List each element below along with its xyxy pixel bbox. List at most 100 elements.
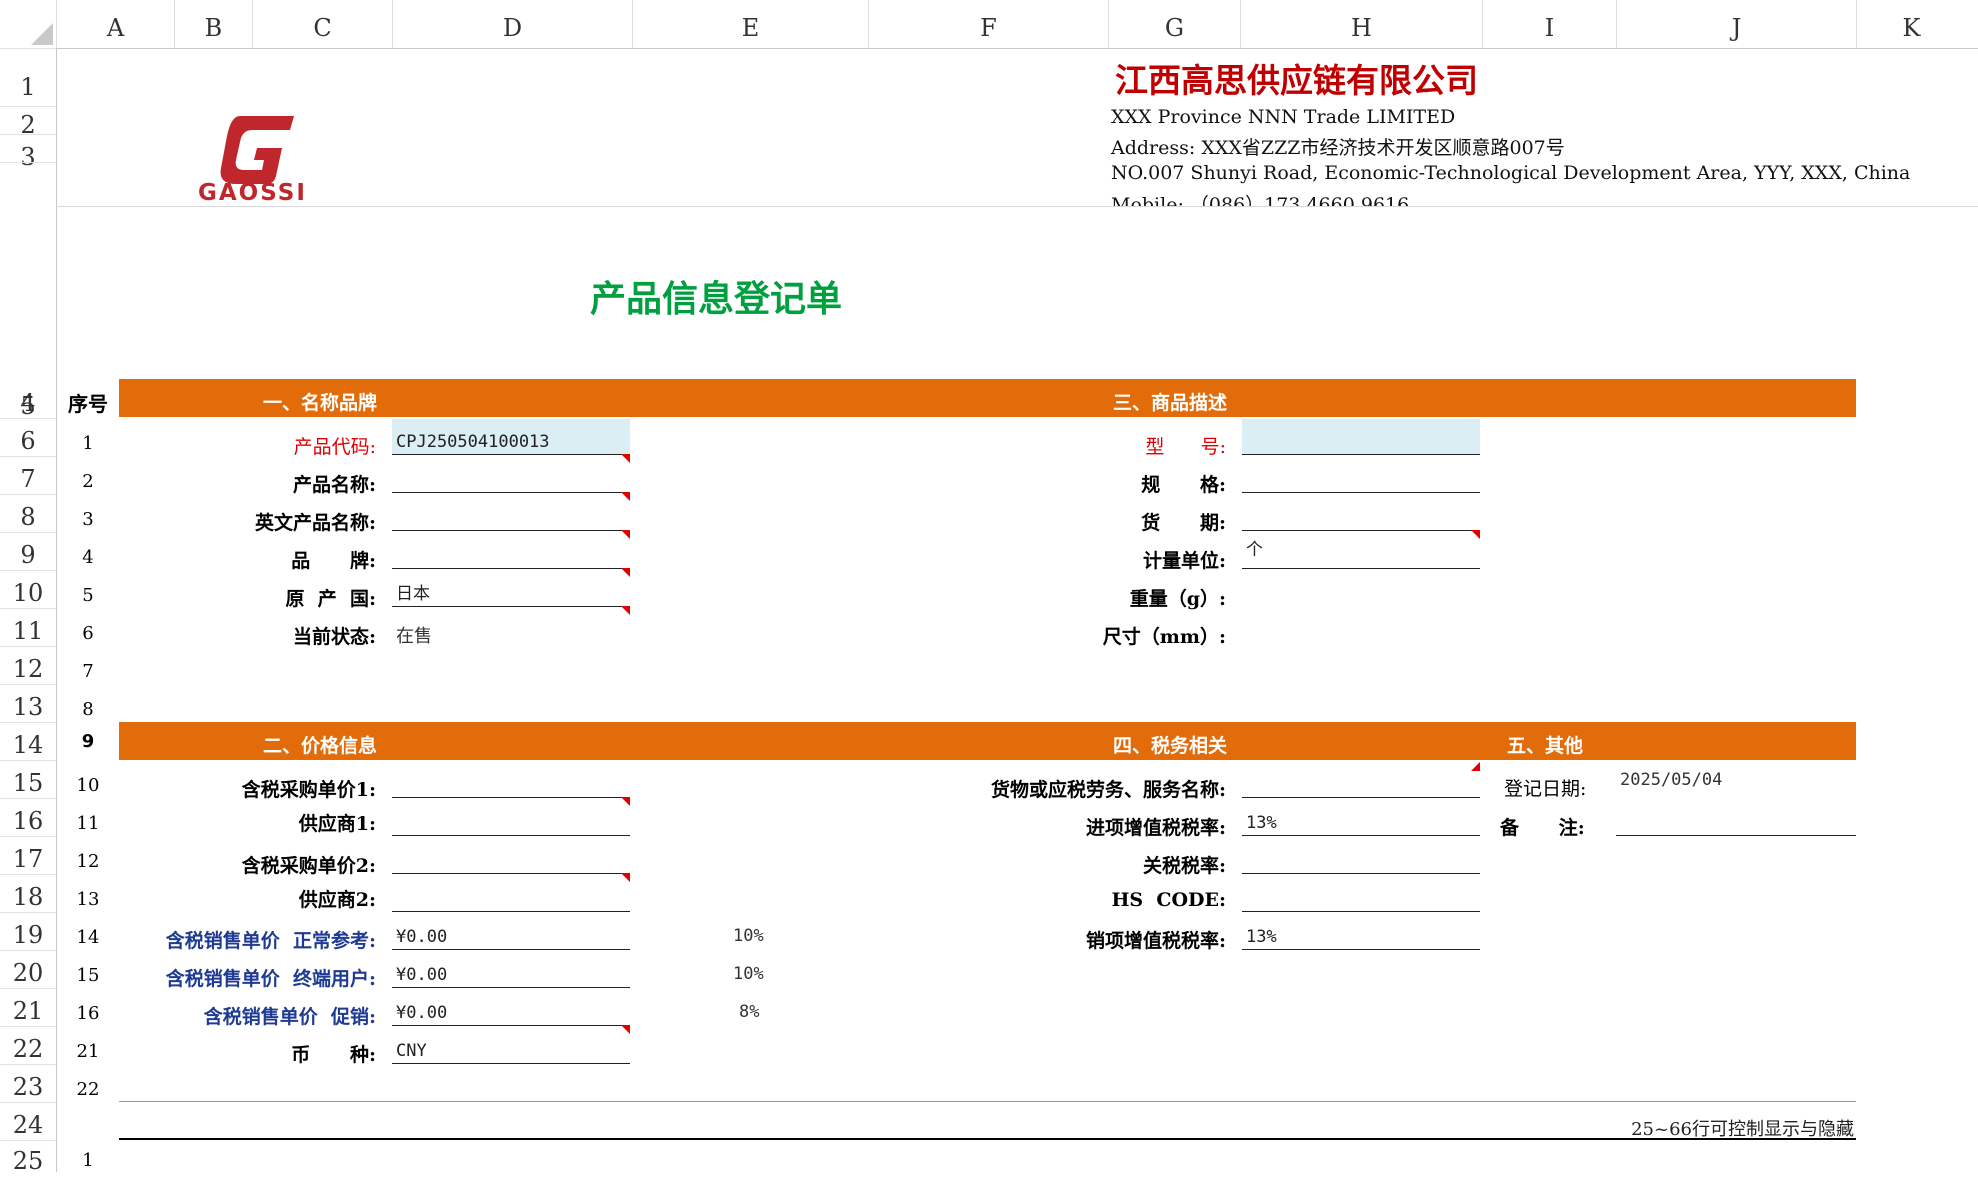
row-header-21[interactable]: 21 [0,988,56,1026]
row-header-25[interactable]: 25 [0,1140,56,1175]
seq-number: 3 [82,509,94,530]
purchase-price1-field[interactable] [392,762,630,806]
row-header-15[interactable]: 15 [0,760,56,798]
lead-time-label: 货 期: [1141,512,1226,534]
sale-normal-percent[interactable]: 10% [733,926,764,946]
brand-field[interactable] [392,533,630,577]
row-header-5[interactable]: 5 [0,378,56,420]
seq-number: 16 [76,1003,100,1024]
column-header-i[interactable]: I [1482,0,1616,48]
size-label: 尺寸（mm）: [1102,626,1226,648]
section-band-top: 一、名称品牌 三、商品描述 [119,379,1856,417]
column-header-e[interactable]: E [632,0,868,48]
row-23-divider [119,1101,1856,1102]
column-header-b[interactable]: B [174,0,252,48]
reg-date-label: 登记日期: [1504,778,1587,800]
output-vat-label: 销项增值税税率: [1085,930,1226,952]
company-name-cn: 江西高思供应链有限公司 [1115,61,1478,100]
row-header-17[interactable]: 17 [0,836,56,874]
seq-number: 1 [82,433,94,454]
product-name-field[interactable] [392,457,630,501]
row-header-24[interactable]: 24 [0,1102,56,1140]
row-header-12[interactable]: 12 [0,646,56,684]
row-header-18[interactable]: 18 [0,874,56,912]
tariff-field[interactable] [1242,838,1480,874]
goods-service-field[interactable] [1242,762,1480,798]
row-header-7[interactable]: 7 [0,456,56,494]
seq-number: 4 [82,547,94,568]
column-header-bar: A B C D E F G H I J K [0,0,1978,49]
supplier1-field[interactable] [392,800,630,836]
purchase-price2-field[interactable] [392,838,630,882]
seq-number: 7 [82,661,94,682]
row-header-3[interactable]: 3 [0,134,56,171]
section-price-info: 二、价格信息 [263,735,378,757]
company-address-en: NO.007 Shunyi Road, Economic-Technologic… [1111,162,1911,184]
unit-field[interactable]: 个 [1242,533,1480,569]
row-header-10[interactable]: 10 [0,570,56,608]
row-header-1[interactable]: 1 [0,48,56,106]
select-all-corner[interactable] [0,0,57,48]
row-header-19[interactable]: 19 [0,912,56,950]
column-header-f[interactable]: F [868,0,1108,48]
spec-field[interactable] [1242,457,1480,493]
row-header-2[interactable]: 2 [0,106,56,139]
currency-field[interactable]: CNY [392,1028,630,1064]
spec-label: 规 格: [1141,474,1226,496]
sale-normal-label: 含税销售单价 正常参考: [165,930,376,952]
product-code-field[interactable]: CPJ250504100013 [392,419,630,463]
seq-number: 1 [82,1150,94,1171]
output-vat-field[interactable]: 13% [1242,914,1480,950]
seq-number: 9 [81,731,95,752]
currency-label: 币 种: [291,1044,376,1066]
comment-marker-icon [1471,762,1480,771]
goods-service-label: 货物或应税劳务、服务名称: [990,779,1226,801]
sale-promo-field[interactable]: ¥0.00 [392,990,630,1034]
model-field[interactable] [1242,419,1480,455]
input-vat-field[interactable]: 13% [1242,800,1480,836]
row-header-13[interactable]: 13 [0,684,56,722]
sale-end-value: ¥0.00 [396,965,448,985]
row-header-23[interactable]: 23 [0,1064,56,1102]
currency-value: CNY [396,1041,427,1061]
column-header-d[interactable]: D [392,0,632,48]
section-band-middle: 二、价格信息 四、税务相关 五、其他 [119,722,1856,760]
remark-field[interactable] [1616,800,1856,836]
row-header-22[interactable]: 22 [0,1026,56,1064]
purchase-price1-label: 含税采购单价1: [241,779,376,801]
sale-end-field[interactable]: ¥0.00 [392,952,630,988]
column-header-k[interactable]: K [1856,0,1966,48]
row-header-14[interactable]: 14 [0,722,56,760]
sale-end-percent[interactable]: 10% [733,964,764,984]
reg-date-value[interactable]: 2025/05/04 [1620,770,1722,790]
row-header-8[interactable]: 8 [0,494,56,532]
hs-code-label: HS CODE: [1111,889,1226,911]
lead-time-field[interactable] [1242,495,1480,539]
english-name-field[interactable] [392,495,630,539]
form-title: 产品信息登记单 [590,279,843,320]
hs-code-field[interactable] [1242,876,1480,912]
row-header-16[interactable]: 16 [0,798,56,836]
row-header-6[interactable]: 6 [0,418,56,456]
column-header-g[interactable]: G [1108,0,1240,48]
sale-promo-label: 含税销售单价 促销: [203,1006,376,1028]
purchase-price2-label: 含税采购单价2: [241,855,376,877]
product-code-value: CPJ250504100013 [396,432,550,452]
company-name-en: XXX Province NNN Trade LIMITED [1111,106,1456,128]
output-vat-value: 13% [1246,927,1277,947]
company-address-cn: Address: XXX省ZZZ市经济技术开发区顺意路007号 [1111,137,1565,159]
origin-field[interactable]: 日本 [392,571,630,615]
header-divider [56,206,1978,207]
sale-promo-percent[interactable]: 8% [739,1002,759,1022]
row-header-11[interactable]: 11 [0,608,56,646]
column-header-j[interactable]: J [1616,0,1856,48]
sale-normal-value: ¥0.00 [396,927,448,947]
row-header-9[interactable]: 9 [0,532,56,570]
row-header-20[interactable]: 20 [0,950,56,988]
column-header-c[interactable]: C [252,0,392,48]
status-value[interactable]: 在售 [396,622,432,648]
column-header-a[interactable]: A [56,0,174,48]
supplier2-field[interactable] [392,876,630,912]
sale-normal-field[interactable]: ¥0.00 [392,914,630,950]
column-header-h[interactable]: H [1240,0,1482,48]
